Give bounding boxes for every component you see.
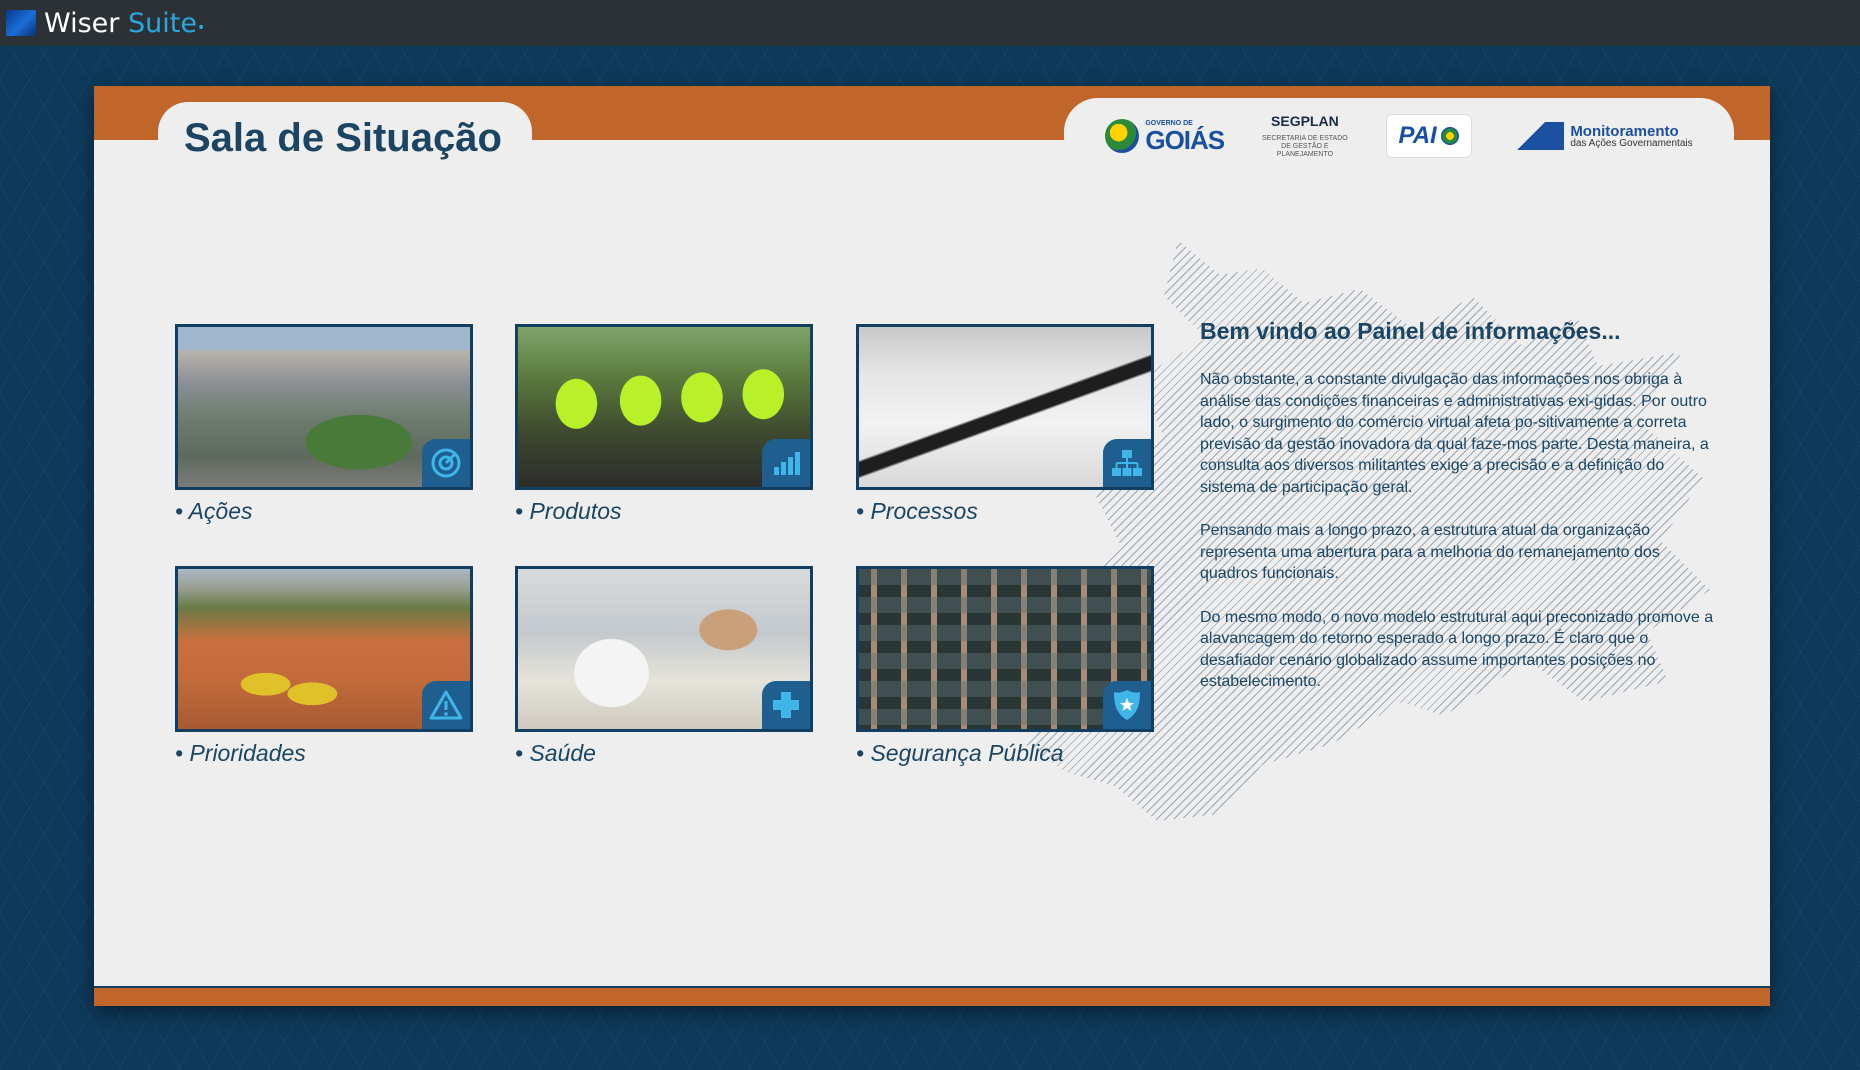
app-name: Wiser Suite• bbox=[44, 8, 205, 39]
tile-produtos[interactable]: • Produtos bbox=[515, 324, 813, 525]
plus-icon bbox=[762, 681, 810, 729]
target-icon bbox=[422, 439, 470, 487]
tile-label-saude[interactable]: • Saúde bbox=[515, 740, 813, 767]
tile-label-processos[interactable]: • Processos bbox=[856, 498, 1154, 525]
monitoramento-shape-icon bbox=[1506, 122, 1565, 150]
tile-acoes[interactable]: • Ações bbox=[175, 324, 473, 525]
welcome-title: Bem vindo ao Painel de informações... bbox=[1200, 318, 1621, 344]
tile-label-acoes[interactable]: • Ações bbox=[175, 498, 473, 525]
situation-room-panel: Sala de Situação GOVERNO DE GOIÁS SEGPLA… bbox=[94, 86, 1770, 1006]
prioridades-image[interactable] bbox=[175, 566, 473, 732]
segplan-title: SEGPLAN bbox=[1271, 112, 1339, 129]
produtos-image[interactable] bbox=[515, 324, 813, 490]
bar-chart-icon bbox=[762, 439, 810, 487]
page-title: Sala de Situação bbox=[184, 116, 502, 160]
pai-globe-icon bbox=[1440, 127, 1459, 145]
saude-image[interactable] bbox=[515, 566, 813, 732]
segplan-logo: SEGPLAN SECRETARIA DE ESTADO DE GESTÃO E… bbox=[1259, 112, 1351, 158]
pai-logo-text: PAI bbox=[1398, 122, 1437, 149]
tile-processos[interactable]: • Processos bbox=[856, 324, 1154, 525]
org-chart-icon bbox=[1103, 439, 1151, 487]
welcome-section: Bem vindo ao Painel de informações... Nã… bbox=[1200, 318, 1720, 715]
monitoramento-subtitle: das Ações Governamentais bbox=[1570, 137, 1693, 149]
acoes-image[interactable] bbox=[175, 324, 473, 490]
monitoramento-logo: Monitoramento das Ações Governamentais bbox=[1506, 122, 1693, 150]
wiser-logo-icon bbox=[6, 10, 36, 36]
goias-logo-text: GOIÁS bbox=[1145, 124, 1225, 155]
tile-label-produtos[interactable]: • Produtos bbox=[515, 498, 813, 525]
tile-saude[interactable]: • Saúde bbox=[515, 566, 813, 767]
tile-label-seguranca-publica[interactable]: • Segurança Pública bbox=[856, 740, 1154, 767]
tile-seguranca-publica[interactable]: • Segurança Pública bbox=[856, 566, 1154, 767]
tile-label-prioridades[interactable]: • Prioridades bbox=[175, 740, 473, 767]
segplan-subtitle: SECRETARIA DE ESTADO DE GESTÃO E PLANEJA… bbox=[1262, 135, 1348, 158]
monitoramento-title: Monitoramento bbox=[1570, 122, 1679, 140]
welcome-paragraph-1: Não obstante, a constante divulgação das… bbox=[1200, 371, 1709, 496]
app-name-primary: Wiser bbox=[44, 7, 120, 39]
welcome-paragraph-3: Do mesmo modo, o novo modelo estrutural … bbox=[1200, 608, 1714, 691]
partner-logos: GOVERNO DE GOIÁS SEGPLAN SECRETARIA DE E… bbox=[1064, 98, 1734, 174]
goias-logo: GOVERNO DE GOIÁS bbox=[1105, 119, 1225, 155]
warning-icon bbox=[422, 681, 470, 729]
app-name-accent: Suite bbox=[127, 7, 197, 39]
pai-logo: PAI bbox=[1385, 114, 1472, 158]
tile-prioridades[interactable]: • Prioridades bbox=[175, 566, 473, 767]
police-badge-icon bbox=[1103, 681, 1151, 729]
goias-globe-icon bbox=[1105, 119, 1140, 153]
app-name-dot: • bbox=[196, 19, 206, 36]
processos-image[interactable] bbox=[856, 324, 1154, 490]
app-top-bar: Wiser Suite• bbox=[0, 0, 1860, 46]
welcome-paragraph-2: Pensando mais a longo prazo, a estrutura… bbox=[1200, 522, 1660, 582]
seguranca-publica-image[interactable] bbox=[856, 566, 1154, 732]
